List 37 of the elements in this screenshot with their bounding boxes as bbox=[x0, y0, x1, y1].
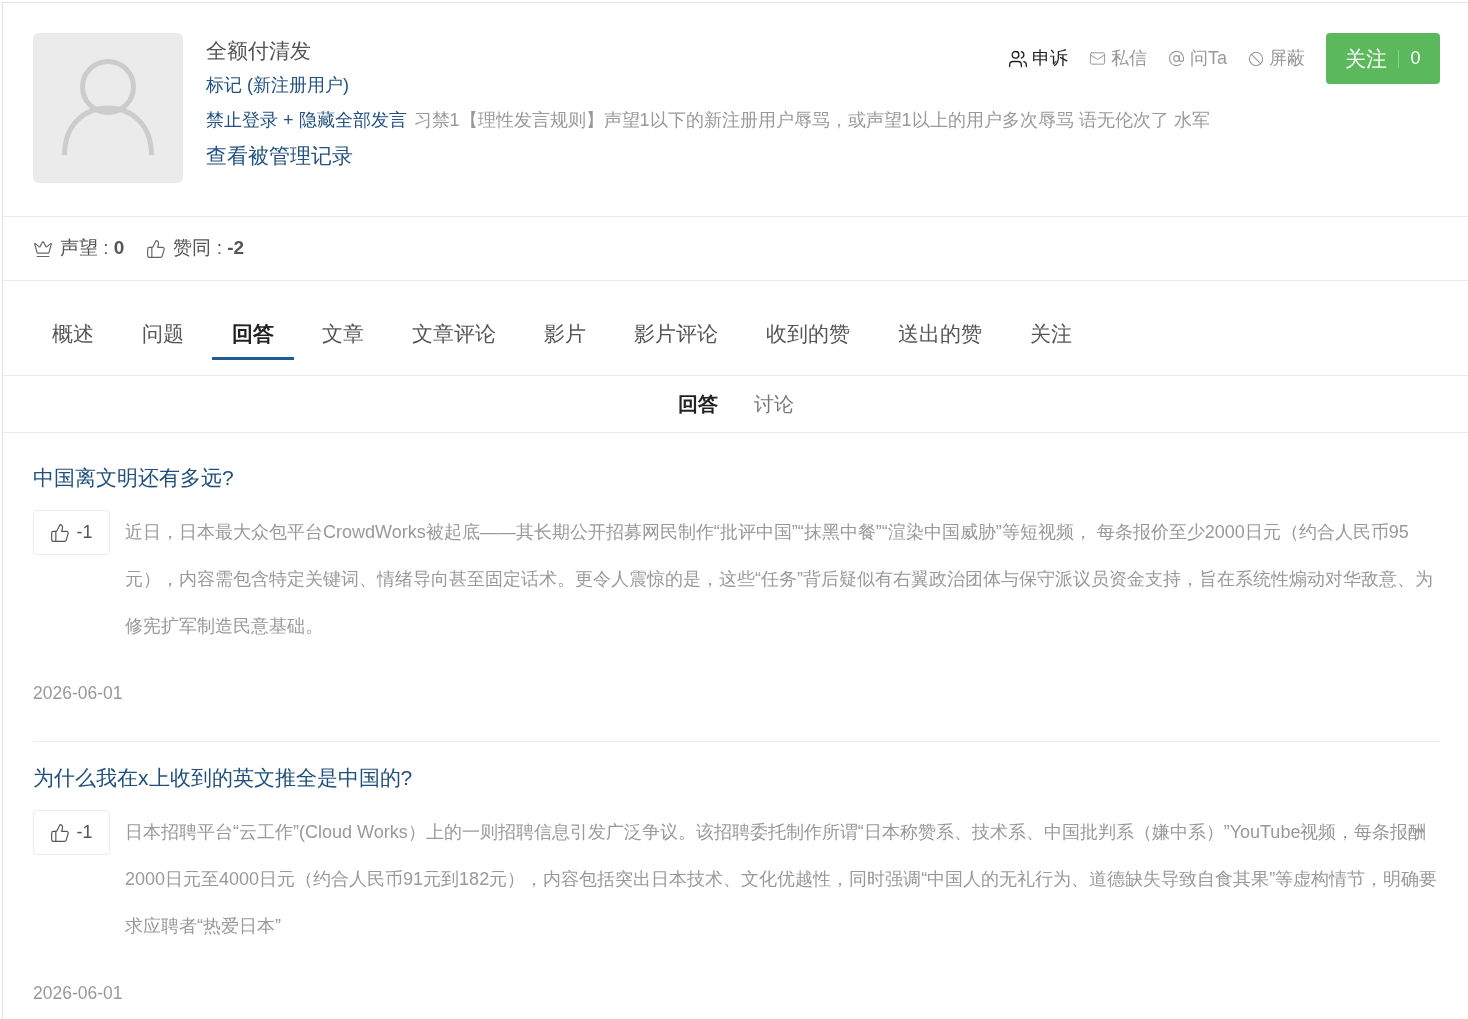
profile-tab[interactable]: 文章 bbox=[302, 308, 384, 360]
profile-tab[interactable]: 问题 bbox=[122, 308, 204, 360]
user-name: 全额付清发 bbox=[206, 37, 311, 64]
thumbs-up-icon bbox=[146, 238, 167, 259]
users-icon bbox=[1008, 48, 1028, 69]
user-tag: 标记 (新注册用户) bbox=[206, 72, 349, 99]
answer-filter-tab[interactable]: 讨论 bbox=[753, 390, 794, 418]
mail-icon bbox=[1089, 50, 1106, 67]
profile-tab[interactable]: 送出的赞 bbox=[878, 308, 1002, 360]
profile-tab[interactable]: 概述 bbox=[32, 308, 114, 360]
answer-title-link[interactable]: 为什么我在x上收到的英文推全是中国的? bbox=[33, 766, 413, 790]
profile-tab[interactable]: 影片 bbox=[524, 308, 606, 360]
answer-date: 2026-06-01 bbox=[33, 983, 123, 1003]
answer-filter-tab[interactable]: 回答 bbox=[677, 390, 718, 418]
vote-button[interactable]: -1 bbox=[33, 810, 110, 855]
penalty-status: 禁止登录 + 隐藏全部发言 bbox=[206, 109, 407, 132]
answer-body: 近日，日本最大众包平台CrowdWorks被起底——其长期公开招募网民制作“批评中国”“抹黑中餐”“渲染中国威胁”等短视频， 每条报价至少2000日元（约合人民币95元），内容需包含特定关键词、情绪导向甚至固定话术。更令人震惊的是，这些“任务”背后疑似有右翼政治团体与保守派议员资金支持，旨在系统性煽动对华敌意、为修宪扩军制造民意基础。 bbox=[125, 521, 1434, 638]
profile-tab[interactable]: 文章评论 bbox=[392, 308, 516, 360]
penalty-reason: 习禁1【理性发言规则】声望1以下的新注册用户辱骂，或声望1以上的用户多次辱骂 语无伦次了 水军 bbox=[413, 109, 1210, 132]
thumbs-up-icon bbox=[50, 522, 71, 543]
profile-tab[interactable]: 回答 bbox=[212, 308, 294, 360]
agree-stat: 赞同 : -2 bbox=[173, 236, 245, 261]
block-icon bbox=[1248, 50, 1264, 67]
user-silhouette-icon bbox=[62, 59, 154, 157]
answer-date: 2026-06-01 bbox=[33, 683, 123, 703]
at-sign-icon bbox=[1168, 50, 1185, 67]
profile-tab[interactable]: 影片评论 bbox=[614, 308, 738, 360]
thumbs-up-icon bbox=[50, 822, 71, 843]
crown-icon bbox=[33, 238, 53, 259]
profile-tab[interactable]: 收到的赞 bbox=[746, 308, 870, 360]
appeal-link[interactable]: 申诉 bbox=[1008, 45, 1068, 72]
reputation-stat: 声望 : 0 bbox=[60, 236, 125, 261]
profile-tab[interactable]: 关注 bbox=[1010, 308, 1092, 360]
records-link[interactable]: 查看被管理记录 bbox=[206, 139, 353, 172]
vote-button[interactable]: -1 bbox=[33, 510, 110, 555]
answer-body: 日本招聘平台“云工作”(Cloud Works）上的一则招聘信息引发广泛争议。该招聘委托制作所谓“日本称赞系、技术系、中国批判系（嫌中系）”YouTube视频，每条报酬2000日元至4000日元（约合人民币91元到182元），内容包括突出日本技术、文化优越性，同时强调“中国人的无礼行为、道德缺失导致自食其果”等虚构情节，明确要求应聘者“热爱日本” bbox=[125, 821, 1439, 938]
answer-title-link[interactable]: 中国离文明还有多远? bbox=[33, 466, 234, 490]
